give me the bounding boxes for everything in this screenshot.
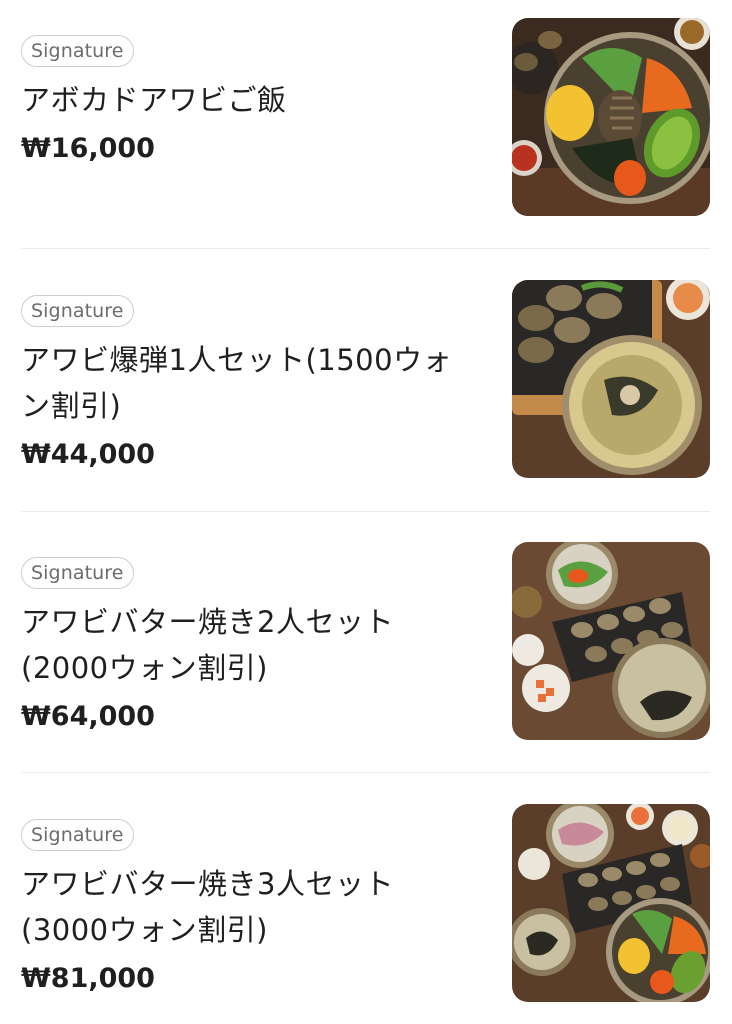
divider — [21, 772, 710, 773]
menu-item-price: ₩16,000 — [21, 133, 155, 164]
menu-item-avocado-abalone-rice[interactable]: Signature アボカドアワビご飯 ₩16,000 — [0, 0, 732, 248]
menu-item-name: アワビ爆弾1人セット(1500ウォン割引) — [21, 343, 453, 423]
divider — [21, 511, 710, 512]
menu-item-info: Signature アワビバター焼き3人セット(3000ウォン割引) ₩81,0… — [21, 819, 481, 997]
menu-item-photo[interactable] — [512, 18, 710, 216]
menu-item-abalone-butter-grill-3-person-set[interactable]: Signature アワビバター焼き3人セット(3000ウォン割引) ₩81,0… — [0, 784, 732, 1024]
menu-item-price: ₩81,000 — [21, 963, 155, 994]
menu-item-name: アワビバター焼き2人セット(2000ウォン割引) — [21, 605, 394, 685]
signature-badge: Signature — [21, 295, 134, 327]
menu-item-price: ₩64,000 — [21, 701, 155, 732]
menu-item-abalone-butter-grill-2-person-set[interactable]: Signature アワビバター焼き2人セット(2000ウォン割引) ₩64,0… — [0, 522, 732, 772]
avocado-abalone-rice-photo — [512, 18, 710, 216]
divider — [21, 248, 710, 249]
abalone-butter-grill-2-person-set-photo — [512, 542, 710, 740]
menu-item-info: Signature アボカドアワビご飯 ₩16,000 — [21, 35, 481, 167]
signature-badge: Signature — [21, 35, 134, 67]
menu-item-price: ₩44,000 — [21, 439, 155, 470]
menu-item-name: アボカドアワビご飯 — [21, 83, 287, 117]
menu-item-photo[interactable] — [512, 542, 710, 740]
abalone-bomb-1-person-set-photo — [512, 280, 710, 478]
signature-badge: Signature — [21, 819, 134, 851]
menu-item-photo[interactable] — [512, 804, 710, 1002]
signature-badge: Signature — [21, 557, 134, 589]
menu-item-photo[interactable] — [512, 280, 710, 478]
menu-item-info: Signature アワビバター焼き2人セット(2000ウォン割引) ₩64,0… — [21, 557, 481, 735]
abalone-butter-grill-3-person-set-photo — [512, 804, 710, 1002]
menu-item-abalone-bomb-1-person-set[interactable]: Signature アワビ爆弾1人セット(1500ウォン割引) ₩44,000 — [0, 260, 732, 510]
menu-list: Signature アボカドアワビご飯 ₩16,000 Signature アワ… — [0, 0, 732, 1024]
menu-item-name: アワビバター焼き3人セット(3000ウォン割引) — [21, 867, 394, 947]
menu-item-info: Signature アワビ爆弾1人セット(1500ウォン割引) ₩44,000 — [21, 295, 481, 473]
